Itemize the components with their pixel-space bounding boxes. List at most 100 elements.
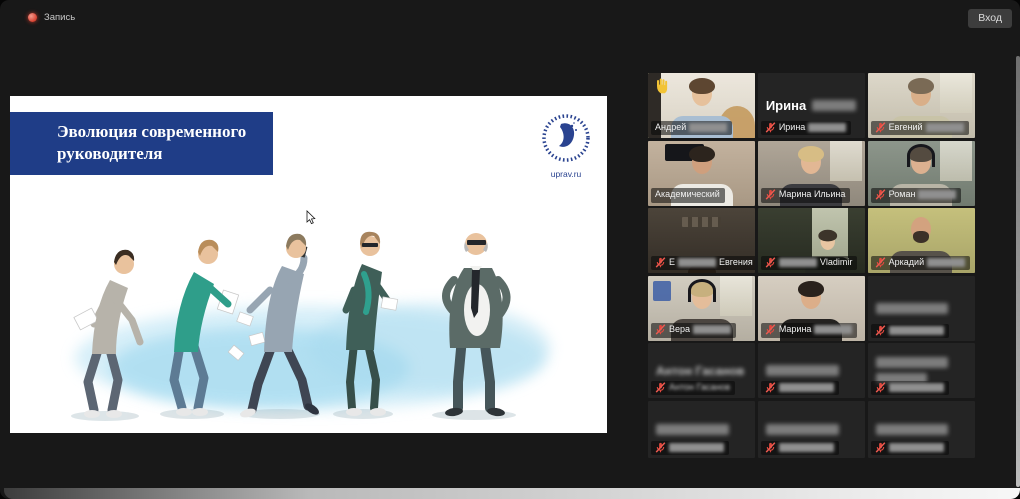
participant-name: Андрей [655, 122, 686, 133]
participant-tile[interactable]: Vladimir [758, 208, 865, 273]
participant-name-label: Андрей [651, 121, 732, 135]
participant-tile[interactable]: Вера [648, 276, 755, 341]
participant-tile[interactable]: Роман [868, 141, 975, 206]
participant-big-name-text: Ирина [766, 98, 806, 113]
participant-name: Марина [779, 324, 812, 335]
avatar-hair [798, 146, 824, 162]
redacted-name-block [927, 258, 965, 267]
redacted-name-block [876, 303, 949, 314]
mic-muted-icon [765, 257, 776, 268]
redacted-name-block [779, 443, 834, 452]
avatar-head [692, 150, 712, 174]
participant-name-label: Роман [871, 188, 962, 202]
participant-tile[interactable] [868, 276, 975, 341]
headphones-icon [907, 144, 935, 167]
login-button[interactable]: Вход [968, 9, 1012, 28]
redacted-name-block [876, 357, 949, 368]
redacted-name-block [814, 325, 852, 334]
grid-row: Академический Марина Ильина [648, 141, 975, 206]
mic-muted-icon [765, 122, 776, 133]
participant-name: Антон Гасанов [669, 382, 730, 393]
mic-muted-icon [655, 382, 666, 393]
window-edge-highlight-right [1016, 56, 1020, 487]
redacted-name-block [808, 123, 846, 132]
participant-name-label: Аркадий [871, 256, 970, 270]
participant-tile[interactable] [758, 401, 865, 458]
participant-name-prefix: Е [669, 257, 675, 268]
participant-tile[interactable] [648, 401, 755, 458]
participant-name-label [761, 441, 839, 455]
participant-name-label: Е Евгения [651, 256, 755, 270]
participant-name-label: Марина Ильина [761, 188, 851, 202]
mic-muted-icon [765, 189, 776, 200]
avatar-head [692, 285, 712, 309]
participant-tile[interactable]: Ирина Ирина [758, 73, 865, 138]
raised-hand-icon [654, 77, 669, 94]
redacted-name-block [779, 258, 817, 267]
participant-tile[interactable]: Марина Ильина [758, 141, 865, 206]
participant-tile[interactable]: Марина [758, 276, 865, 341]
participant-tile[interactable] [758, 343, 865, 398]
redacted-name-block [669, 443, 724, 452]
logo-caption: uprav.ru [535, 169, 597, 179]
participant-name-label: Vladimir [761, 256, 858, 270]
meeting-window: Запись Вход [0, 0, 1020, 499]
participant-tile[interactable]: Евгений [868, 73, 975, 138]
participant-name-label: Евгений [871, 121, 969, 135]
mic-muted-icon [765, 324, 776, 335]
participant-name: Ирина [779, 122, 805, 133]
avatar-hair [818, 230, 837, 242]
mic-muted-icon [655, 257, 666, 268]
participant-name: Евгений [889, 122, 923, 133]
participant-tile[interactable]: Академический [648, 141, 755, 206]
grid-row [648, 401, 975, 458]
school-logo-emblem [541, 113, 591, 163]
redacted-name-block [693, 325, 731, 334]
record-dot-icon [28, 13, 37, 22]
recording-indicator: Запись [28, 12, 75, 23]
participant-tile[interactable]: Андрей [648, 73, 755, 138]
participant-tile[interactable]: Аркадий [868, 208, 975, 273]
redacted-name-block [766, 365, 839, 376]
participant-name-label [871, 381, 949, 395]
mic-muted-icon [765, 382, 776, 393]
grid-row: Антон Гасанов Антон Гасанов [648, 343, 975, 398]
avatar-head [820, 233, 834, 250]
school-logo: uprav.ru [535, 113, 597, 179]
participant-name-label: Академический [651, 188, 725, 202]
participant-big-name-text: Антон Гасанов [656, 364, 744, 378]
participant-name: Академический [655, 189, 720, 200]
participant-name-label: Вера [651, 323, 736, 337]
redacted-name-block [766, 424, 839, 435]
avatar-head [911, 82, 931, 106]
participant-tile[interactable]: Антон Гасанов Антон Гасанов [648, 343, 755, 398]
participant-tile[interactable] [868, 343, 975, 398]
mic-muted-icon [875, 382, 886, 393]
redacted-name-block [876, 424, 949, 435]
participant-name-label [761, 381, 839, 395]
redacted-name-block [779, 383, 834, 392]
avatar-hair [908, 78, 934, 94]
participant-name: Марина Ильина [779, 189, 846, 200]
participant-name-label [871, 324, 949, 338]
shared-slide[interactable]: Эволюция современного руководителя uprav… [10, 96, 607, 433]
mic-muted-icon [765, 442, 776, 453]
scene-prop-frames [682, 217, 721, 227]
avatar-head [801, 285, 821, 309]
redacted-name-block [656, 424, 729, 435]
participant-name-label [651, 441, 729, 455]
grid-row: Андрей Ирина Ирина [648, 73, 975, 138]
redacted-name-block [926, 123, 964, 132]
participant-name-label: Марина [761, 323, 858, 337]
mic-muted-icon [875, 442, 886, 453]
participant-name-label [871, 441, 949, 455]
mic-muted-icon [655, 442, 666, 453]
grid-row: Вера Марина [648, 276, 975, 341]
redacted-name-block [889, 443, 944, 452]
avatar-beard [913, 231, 929, 243]
participant-name: Vladimir [820, 257, 853, 268]
participant-name: Роман [889, 189, 916, 200]
recording-label: Запись [44, 12, 75, 23]
participant-tile[interactable]: Е Евгения [648, 208, 755, 273]
participant-tile[interactable] [868, 401, 975, 458]
